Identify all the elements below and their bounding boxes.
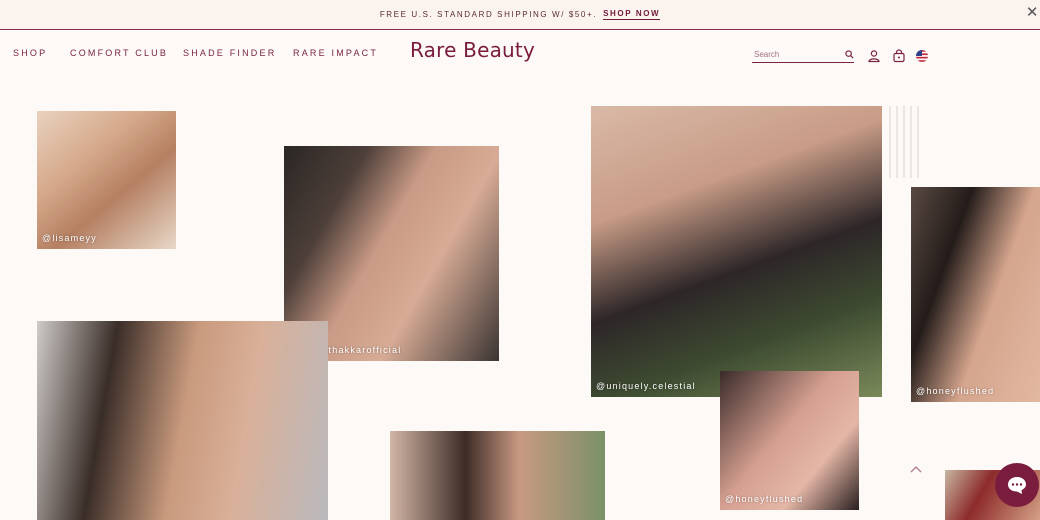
photo-handle: @honeyflushed: [725, 494, 804, 504]
search-field: [752, 46, 854, 63]
ugc-photo-uniquely-celestial[interactable]: @uniquely.celestial: [591, 106, 882, 397]
nav-item-shade-finder[interactable]: SHADE FINDER: [183, 48, 276, 58]
ugc-photo-eyes-closed[interactable]: [37, 321, 328, 520]
search-icon[interactable]: [845, 49, 854, 59]
decorative-lines: [889, 106, 919, 178]
close-icon[interactable]: ✕: [1026, 5, 1040, 21]
nav-item-rare-impact[interactable]: RARE IMPACT: [293, 48, 378, 58]
chat-button[interactable]: [995, 463, 1039, 507]
search-input[interactable]: [752, 49, 824, 59]
photo-handle: @uniquely.celestial: [596, 381, 696, 391]
ugc-photo-honeyflushed[interactable]: @honeyflushed: [720, 371, 859, 510]
promo-banner: FREE U.S. STANDARD SHIPPING W/ $50+. SHO…: [0, 0, 1040, 30]
nav-item-shop[interactable]: SHOP: [13, 48, 47, 58]
promo-text: FREE U.S. STANDARD SHIPPING W/ $50+.: [379, 10, 598, 19]
main-header: SHOP COMFORT CLUB SHADE FINDER RARE IMPA…: [0, 30, 1040, 78]
nav-item-comfort-club[interactable]: COMFORT CLUB: [70, 48, 168, 58]
account-icon[interactable]: [867, 49, 881, 63]
us-flag-icon[interactable]: [915, 49, 929, 63]
shop-now-link[interactable]: SHOP NOW: [603, 9, 661, 20]
cart-icon[interactable]: [892, 49, 906, 63]
photo-handle: @lisameyy: [42, 233, 97, 243]
chevron-up-icon[interactable]: [908, 462, 924, 476]
brand-logo[interactable]: Rare Beauty: [410, 38, 535, 62]
ugc-photo-honeyflushed-right[interactable]: @honeyflushed: [911, 187, 1040, 402]
chat-icon: [1008, 477, 1026, 494]
ugc-photo-bottom-center[interactable]: [390, 431, 605, 520]
ugc-photo-lisameyy[interactable]: @lisameyy: [37, 111, 176, 249]
photo-handle: @honeyflushed: [916, 386, 995, 396]
